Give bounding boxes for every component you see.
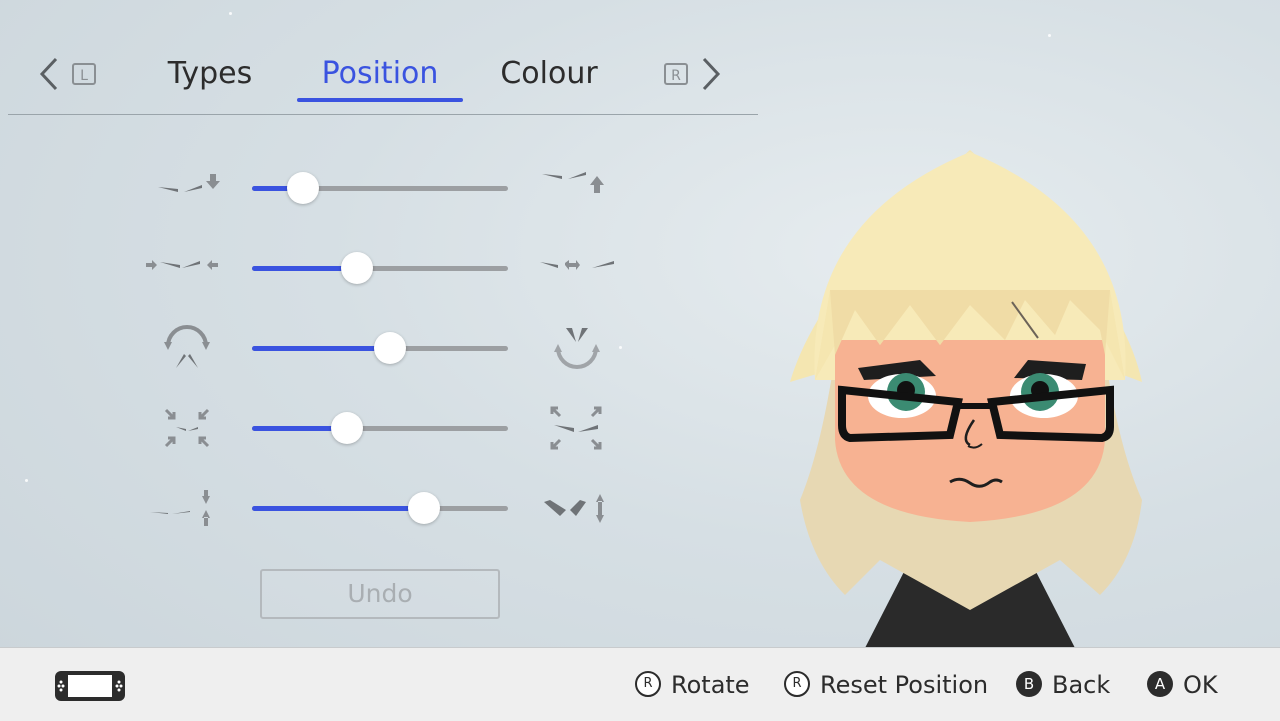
back-label: Back — [1052, 671, 1111, 699]
tab-types[interactable]: Types — [160, 54, 260, 100]
slider-track[interactable] — [252, 332, 508, 364]
slider-row — [130, 320, 630, 376]
back-hint[interactable]: B Back — [1016, 670, 1110, 700]
tab-position[interactable]: Position — [297, 54, 463, 102]
slider-knob[interactable] — [340, 252, 373, 284]
shrink-icon — [164, 408, 210, 448]
slider-row — [130, 240, 630, 296]
thin-icon — [150, 490, 210, 526]
eyebrows-up-icon — [542, 172, 604, 193]
r-stick-icon: R — [635, 671, 661, 697]
chevron-right-icon[interactable] — [700, 56, 722, 92]
rotate-down-icon — [164, 325, 210, 368]
slider-row — [130, 400, 630, 456]
slider-row — [130, 480, 630, 536]
slider-track[interactable] — [252, 492, 508, 524]
l-button-icon: L — [72, 63, 96, 85]
slider-knob[interactable] — [374, 332, 407, 364]
rotate-label: Rotate — [671, 671, 750, 699]
tab-bar: L Types Position Colour R — [0, 0, 760, 116]
ok-hint[interactable]: A OK — [1147, 670, 1218, 700]
reset-position-hint[interactable]: R Reset Position — [784, 670, 988, 700]
slider-track[interactable] — [252, 412, 508, 444]
background-star — [25, 479, 28, 482]
slider-row — [130, 160, 630, 216]
undo-button[interactable]: Undo — [260, 569, 500, 619]
slider-knob[interactable] — [287, 172, 320, 204]
slider-fill — [252, 346, 391, 351]
chevron-left-icon[interactable] — [38, 56, 60, 92]
eyebrows-down-icon — [158, 174, 220, 192]
mii-character-preview[interactable] — [770, 140, 1170, 648]
ok-label: OK — [1183, 671, 1218, 699]
b-button-icon: B — [1016, 671, 1042, 697]
slider-knob[interactable] — [407, 492, 440, 524]
a-button-icon: A — [1147, 671, 1173, 697]
console-handheld-icon — [55, 671, 125, 701]
slider-track[interactable] — [252, 172, 508, 204]
slider-knob[interactable] — [330, 412, 363, 444]
tab-divider — [8, 114, 758, 115]
r-button-icon: R — [664, 63, 688, 85]
enlarge-icon — [550, 406, 602, 450]
slider-fill — [252, 506, 424, 511]
eyebrows-closer-icon — [146, 260, 218, 270]
thick-icon — [544, 494, 604, 523]
rotate-up-icon — [554, 328, 600, 369]
reset-position-label: Reset Position — [820, 671, 989, 699]
background-star — [1048, 34, 1051, 37]
footer-bar: R Rotate R Reset Position B Back A OK — [0, 647, 1280, 721]
r-stick-press-icon: R — [784, 671, 810, 697]
eyebrows-apart-icon — [540, 260, 614, 270]
rotate-hint[interactable]: R Rotate — [635, 670, 750, 700]
slider-track[interactable] — [252, 252, 508, 284]
tab-colour[interactable]: Colour — [496, 54, 602, 100]
